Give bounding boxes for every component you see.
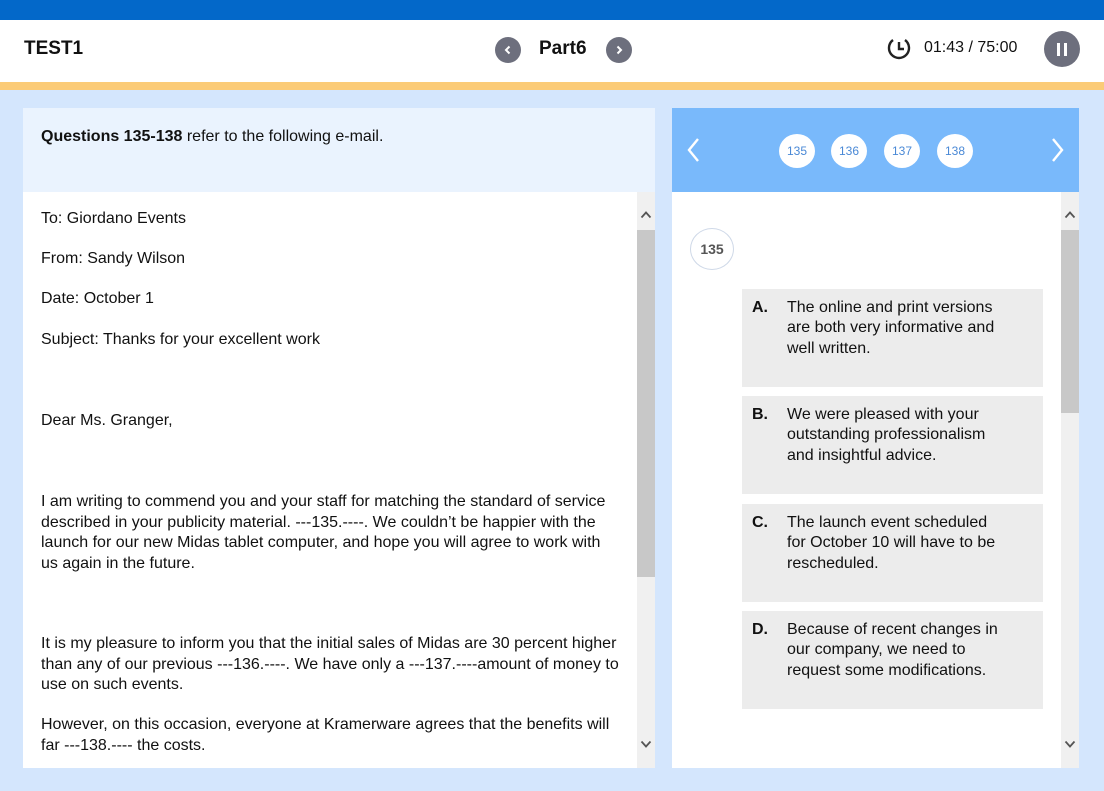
header-bar: TEST1 Part6 01:43 / 75:00 [0,20,1104,82]
timer-text: 01:43 / 75:00 [924,39,1018,56]
part-label: Part6 [539,38,587,59]
scroll-down-icon[interactable] [640,738,652,750]
option-letter: B. [752,406,768,423]
chevron-left-icon[interactable] [685,136,703,164]
question-nav-137[interactable]: 137 [884,134,920,168]
passage-range: Questions 135-138 [41,128,183,145]
passage-scrollbar[interactable] [637,192,655,768]
option-text: Because of recent changes in our company… [787,621,998,679]
header-accent-line [0,82,1104,90]
passage-instructions: Questions 135-138 refer to the following… [23,108,655,192]
next-part-button[interactable] [606,37,632,63]
chevron-right-icon [616,45,623,55]
email-paragraph: However, on this occasion, everyone at K… [41,716,610,754]
email-greeting: Dear Ms. Granger, [41,412,173,429]
email-subject: Subject: Thanks for your excellent work [41,331,320,348]
answer-option-a[interactable]: A. The online and print versions are bot… [742,289,1043,387]
option-text: The online and print versions are both v… [787,299,995,357]
question-navigator [672,108,1079,192]
answer-option-d[interactable]: D. Because of recent changes in our comp… [742,611,1043,709]
question-nav-138[interactable]: 138 [937,134,973,168]
option-text: The launch event scheduled for October 1… [787,514,996,572]
question-nav-135[interactable]: 135 [779,134,815,168]
question-number-badge: 135 [690,228,734,270]
passage-intro-text: refer to the following e-mail. [182,128,384,145]
scroll-down-icon[interactable] [1064,738,1076,750]
option-letter: D. [752,621,768,638]
chevron-left-icon [504,45,511,55]
chevron-right-icon[interactable] [1048,136,1066,164]
option-text: We were pleased with your outstanding pr… [787,406,986,464]
question-nav-136[interactable]: 136 [831,134,867,168]
option-letter: C. [752,514,768,531]
passage-panel: To: Giordano Events From: Sandy Wilson D… [23,192,655,768]
test-title: TEST1 [24,38,84,59]
email-to: To: Giordano Events [41,210,186,227]
email-paragraph: It is my pleasure to inform you that the… [41,635,619,693]
question-scroll-thumb[interactable] [1061,230,1079,413]
scroll-up-icon[interactable] [640,209,652,221]
scroll-up-icon[interactable] [1064,209,1076,221]
pause-icon [1057,42,1060,56]
prev-part-button[interactable] [495,37,521,63]
option-letter: A. [752,299,768,316]
question-scrollbar[interactable] [1061,192,1079,768]
question-panel: 135 A. The online and print versions are… [672,192,1079,768]
email-date: Date: October 1 [41,290,154,307]
top-strip [0,0,1104,20]
clock-icon [887,39,911,60]
answer-option-b[interactable]: B. We were pleased with your outstanding… [742,396,1043,494]
email-paragraph: I am writing to commend you and your sta… [41,493,606,572]
email-from: From: Sandy Wilson [41,250,186,267]
pause-button[interactable] [1044,31,1080,67]
answer-option-c[interactable]: C. The launch event scheduled for Octobe… [742,504,1043,602]
passage-scroll-thumb[interactable] [637,230,655,577]
